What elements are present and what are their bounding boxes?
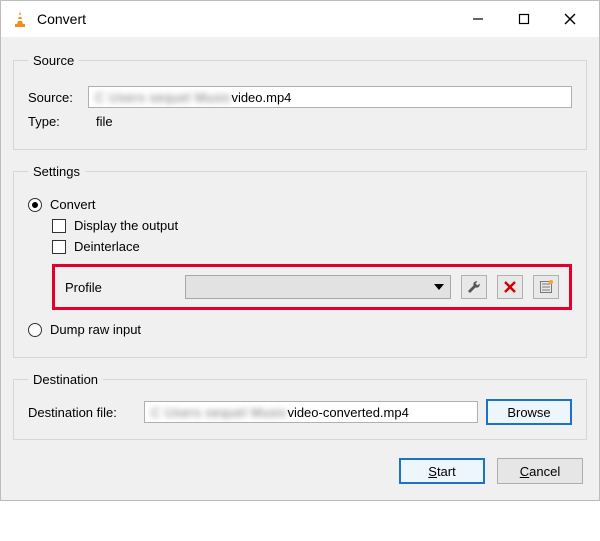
deinterlace-label: Deinterlace — [74, 239, 140, 254]
source-path-suffix: video.mp4 — [231, 90, 291, 105]
destination-path-blurred: C Users sequel Music — [151, 405, 287, 420]
profile-combobox[interactable] — [185, 275, 451, 299]
destination-label: Destination file: — [28, 405, 136, 420]
new-list-icon — [539, 280, 553, 294]
destination-input[interactable]: C Users sequel Music video-converted.mp4 — [144, 401, 478, 423]
titlebar: Convert — [1, 1, 599, 37]
convert-radio-label: Convert — [50, 197, 96, 212]
delete-profile-button[interactable] — [497, 275, 523, 299]
destination-legend: Destination — [28, 372, 103, 387]
vlc-cone-icon — [11, 10, 29, 28]
settings-group: Settings Convert Display the output Dein… — [13, 164, 587, 358]
deinterlace-checkbox[interactable] — [52, 240, 66, 254]
edit-profile-button[interactable] — [461, 275, 487, 299]
settings-legend: Settings — [28, 164, 85, 179]
dump-radio[interactable] — [28, 323, 42, 337]
type-label: Type: — [28, 114, 88, 129]
start-button-label: Start — [428, 464, 455, 479]
footer-buttons: Start Cancel — [13, 454, 587, 486]
display-output-checkbox[interactable] — [52, 219, 66, 233]
convert-radio[interactable] — [28, 198, 42, 212]
window-title: Convert — [37, 11, 455, 27]
convert-radio-row[interactable]: Convert — [28, 197, 572, 212]
x-delete-icon — [503, 280, 517, 294]
new-profile-button[interactable] — [533, 275, 559, 299]
profile-label: Profile — [65, 280, 175, 295]
wrench-icon — [467, 280, 481, 294]
start-button[interactable]: Start — [399, 458, 485, 484]
dialog-body: Source Source: C Users sequel Music vide… — [1, 37, 599, 500]
source-group: Source Source: C Users sequel Music vide… — [13, 53, 587, 150]
destination-path-suffix: video-converted.mp4 — [287, 405, 408, 420]
source-path-blurred: C Users sequel Music — [95, 90, 231, 105]
profile-highlight: Profile — [52, 264, 572, 310]
display-output-row[interactable]: Display the output — [52, 218, 572, 233]
dump-radio-row[interactable]: Dump raw input — [28, 322, 572, 337]
minimize-button[interactable] — [455, 4, 501, 34]
source-label: Source: — [28, 90, 88, 105]
display-output-label: Display the output — [74, 218, 178, 233]
source-legend: Source — [28, 53, 79, 68]
browse-button-label: Browse — [507, 405, 550, 420]
type-value: file — [88, 114, 113, 129]
dump-radio-label: Dump raw input — [50, 322, 141, 337]
source-input[interactable]: C Users sequel Music video.mp4 — [88, 86, 572, 108]
destination-group: Destination Destination file: C Users se… — [13, 372, 587, 440]
chevron-down-icon — [434, 284, 444, 290]
maximize-button[interactable] — [501, 4, 547, 34]
convert-dialog: Convert Source Source: C Users sequel Mu… — [0, 0, 600, 501]
cancel-button-label: Cancel — [520, 464, 560, 479]
close-button[interactable] — [547, 4, 593, 34]
browse-button[interactable]: Browse — [486, 399, 572, 425]
deinterlace-row[interactable]: Deinterlace — [52, 239, 572, 254]
cancel-button[interactable]: Cancel — [497, 458, 583, 484]
